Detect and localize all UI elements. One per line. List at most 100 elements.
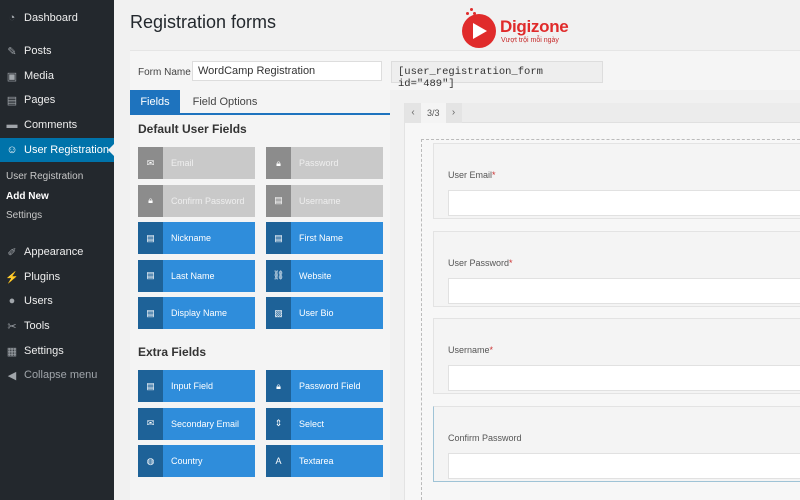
user-password-input[interactable] (448, 278, 800, 304)
collapse-icon: ◀ (7, 369, 17, 382)
menu-label: Users (24, 295, 53, 307)
menu-label: Dashboard (24, 12, 78, 24)
logo-name: Digizone (500, 17, 569, 36)
logo-tagline: Vượt trội mỗi ngày (501, 37, 559, 44)
menu-appearance[interactable]: ✐ Appearance (0, 240, 114, 264)
panel-tabs: Fields Field Options (130, 90, 390, 115)
menu-settings[interactable]: ▦ Settings (0, 339, 114, 363)
builder-field-confirm-password[interactable]: Confirm Password (433, 406, 800, 482)
id-card-icon: ▤ (266, 184, 291, 217)
wrench-icon: ✂ (7, 320, 17, 333)
field-button-label: Nickname (163, 222, 255, 254)
next-page-button[interactable]: › (445, 102, 462, 123)
username-input[interactable] (448, 365, 800, 391)
link-icon: ⛓ (266, 259, 291, 292)
menu-label: Comments (24, 119, 78, 131)
menu-user-registration[interactable]: ☺ User Registration (0, 138, 114, 162)
admin-sidebar: ◔ Dashboard ✎ Posts ▣ Media ▤ Pages ▬ Comment… (0, 0, 114, 500)
field-button-email[interactable]: ✉ Email (138, 147, 255, 179)
menu-label: User Registration (24, 144, 109, 156)
plugin-icon: ⚡ (5, 271, 19, 284)
field-button-label: First Name (291, 222, 383, 254)
menu-users[interactable]: ● Users (0, 289, 114, 313)
menu-posts[interactable]: ✎ Posts (0, 39, 114, 63)
form-name-label: Form Name (138, 67, 191, 78)
menu-dashboard[interactable]: ◔ Dashboard (0, 6, 114, 30)
field-button-label: Password Field (291, 370, 383, 402)
brush-icon: ✐ (7, 246, 17, 259)
field-button-username[interactable]: ▤ Username (266, 184, 383, 217)
id-card-icon: ▤ (138, 259, 163, 292)
page-navigator: ‹ 3/3 › (405, 102, 800, 123)
menu-plugins[interactable]: ⚡ Plugins (0, 265, 114, 289)
section-default-fields: Default User Fields (138, 122, 247, 136)
id-card-icon: ▤ (138, 222, 163, 254)
settings-icon: ▦ (6, 345, 18, 358)
field-button-label: Secondary Email (163, 407, 255, 440)
builder-field-user-email[interactable]: User Email* (433, 143, 800, 219)
menu-label: Appearance (24, 246, 84, 258)
field-button-label: Textarea (291, 445, 383, 477)
tab-fields[interactable]: Fields (130, 90, 180, 113)
shortcode-box[interactable]: [user_registration_form id="489"] (391, 61, 603, 90)
page-title: Registration forms (130, 12, 277, 32)
menu-pages[interactable]: ▤ Pages (0, 88, 114, 112)
menu-comments[interactable]: ▬ Comments (0, 113, 114, 137)
accessibility-icon: ☺ (6, 144, 18, 156)
submenu-add-new[interactable]: Add New (6, 191, 49, 202)
field-button-select[interactable]: ⇕ Select (266, 407, 383, 440)
field-button-country[interactable]: ◍ Country (138, 445, 255, 477)
id-card-icon: ▤ (266, 222, 291, 254)
textarea-icon: A (266, 445, 291, 477)
field-button-website[interactable]: ⛓ Website (266, 259, 383, 292)
builder-field-username[interactable]: Username* (433, 318, 800, 394)
field-button-label: Input Field (163, 370, 255, 402)
field-button-label: Website (291, 259, 383, 292)
bio-icon: ▧ (266, 297, 291, 329)
field-button-label: Confirm Password (163, 184, 255, 217)
menu-label: Settings (24, 345, 64, 357)
globe-icon: ◍ (138, 445, 163, 477)
page-indicator: 3/3 (421, 102, 446, 123)
submenu-settings[interactable]: Settings (6, 210, 42, 221)
field-label: Confirm Password (448, 433, 522, 443)
prev-page-button[interactable]: ‹ (405, 102, 421, 123)
field-button-label: Last Name (163, 259, 255, 292)
field-button-last-name[interactable]: ▤ Last Name (138, 259, 255, 292)
field-button-secondary-email[interactable]: ✉ Secondary Email (138, 407, 255, 440)
main-content: Registration forms Digizone Vượt trội mỗ… (114, 0, 800, 500)
field-button-password[interactable]: 🔒︎ Password (266, 147, 383, 179)
field-button-password-field[interactable]: 🔒︎ Password Field (266, 370, 383, 402)
id-card-icon: ▤ (138, 297, 163, 329)
menu-label: Pages (24, 94, 56, 106)
form-name-input[interactable]: WordCamp Registration (192, 61, 382, 81)
field-button-label: Password (291, 147, 383, 179)
menu-label: Media (24, 70, 54, 82)
submenu-user-registration[interactable]: User Registration (6, 171, 83, 182)
field-button-nickname[interactable]: ▤ Nickname (138, 222, 255, 254)
field-button-display-name[interactable]: ▤ Display Name (138, 297, 255, 329)
brand-logo: Digizone Vượt trội mỗi ngày (460, 8, 580, 50)
field-label: Username* (448, 345, 494, 355)
user-icon: ● (8, 295, 16, 307)
tab-field-options[interactable]: Field Options (180, 90, 270, 113)
confirm-password-input[interactable] (448, 453, 800, 479)
user-email-input[interactable] (448, 190, 800, 216)
pin-icon: ✎ (7, 45, 17, 58)
field-button-confirm-password[interactable]: 🔒︎ Confirm Password (138, 184, 255, 217)
field-button-label: Display Name (163, 297, 255, 329)
field-button-input-field[interactable]: ▤ Input Field (138, 370, 255, 402)
envelope-icon: ✉ (138, 407, 163, 440)
menu-media[interactable]: ▣ Media (0, 64, 114, 88)
media-icon: ▣ (6, 70, 18, 83)
menu-label: Collapse menu (24, 369, 98, 381)
field-button-label: Username (291, 184, 383, 217)
field-button-label: Email (163, 147, 255, 179)
field-button-user-bio[interactable]: ▧ User Bio (266, 297, 383, 329)
field-button-textarea[interactable]: A Textarea (266, 445, 383, 477)
field-button-first-name[interactable]: ▤ First Name (266, 222, 383, 254)
field-button-label: User Bio (291, 297, 383, 329)
menu-tools[interactable]: ✂ Tools (0, 314, 114, 338)
builder-field-user-password[interactable]: User Password* (433, 231, 800, 307)
menu-collapse[interactable]: ◀ Collapse menu (0, 363, 114, 387)
